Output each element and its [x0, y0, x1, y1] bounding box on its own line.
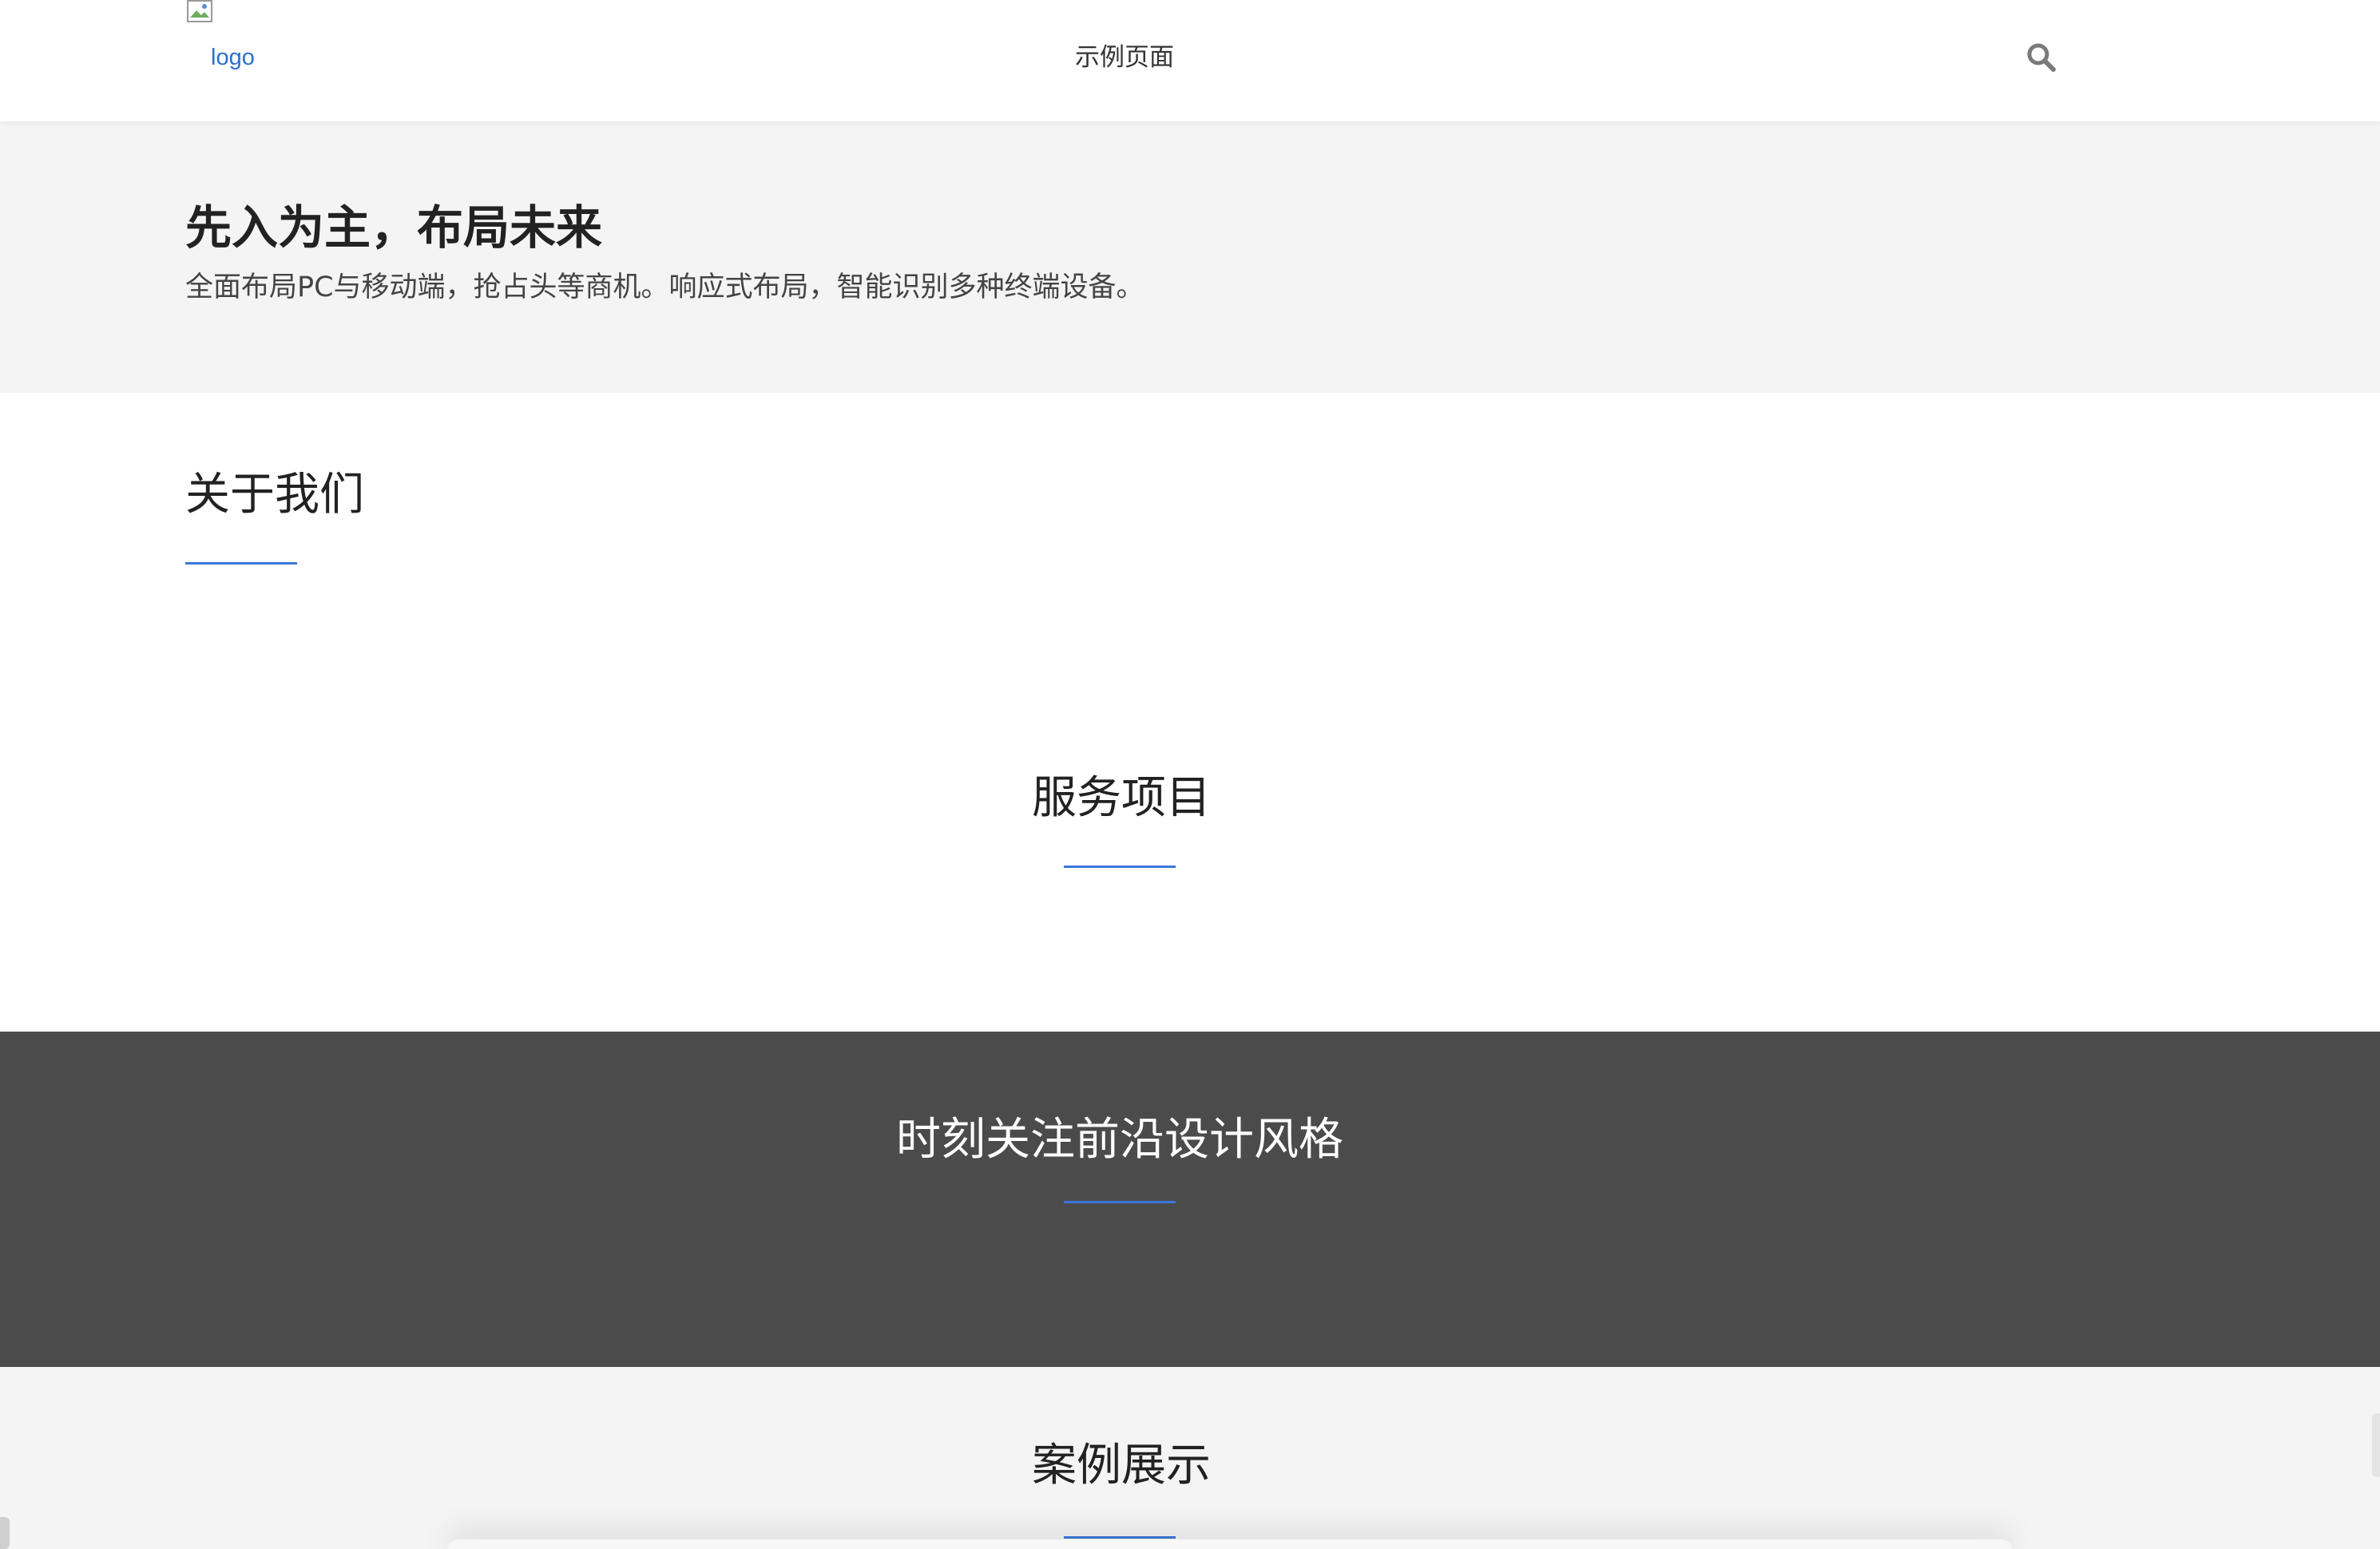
search-icon — [2027, 43, 2056, 72]
broken-image-icon — [187, 0, 212, 22]
left-edge-handle[interactable] — [0, 1517, 10, 1549]
about-title: 关于我们 — [185, 469, 364, 521]
hero-subtitle: 全面布局PC与移动端，抢占头等商机。响应式布局，智能识别多种终端设备。 — [185, 271, 1144, 303]
services-underline — [1064, 866, 1176, 868]
trend-section: 时刻关注前沿设计风格 — [0, 1032, 2380, 1367]
site-logo[interactable]: logo — [185, 0, 273, 80]
case-card[interactable] — [447, 1539, 2013, 1549]
trend-underline — [1064, 1201, 1176, 1203]
trend-title: 时刻关注前沿设计风格 — [896, 1114, 1343, 1166]
about-section: 关于我们 服务项目 — [0, 393, 2380, 1032]
hero-banner: 先入为主，布局未来 全面布局PC与移动端，抢占头等商机。响应式布局，智能识别多种… — [0, 121, 2380, 393]
cases-underline — [1064, 1536, 1176, 1539]
page: logo 示例页面 先入为主，布局未来 全面布局PC与移动端，抢占头等商机。响应… — [0, 0, 2380, 1549]
search-button[interactable] — [2025, 42, 2057, 73]
cases-title: 案例展示 — [1032, 1440, 1211, 1492]
services-title: 服务项目 — [1032, 772, 1211, 824]
about-underline — [185, 562, 297, 565]
hero-title: 先入为主，布局未来 — [185, 200, 603, 255]
right-edge-handle[interactable] — [2372, 1413, 2380, 1477]
site-header: logo 示例页面 — [0, 0, 2380, 121]
logo-alt-text: logo — [211, 45, 255, 70]
nav-page-title[interactable]: 示例页面 — [1075, 42, 1174, 73]
cases-section: 案例展示 — [0, 1367, 2380, 1549]
